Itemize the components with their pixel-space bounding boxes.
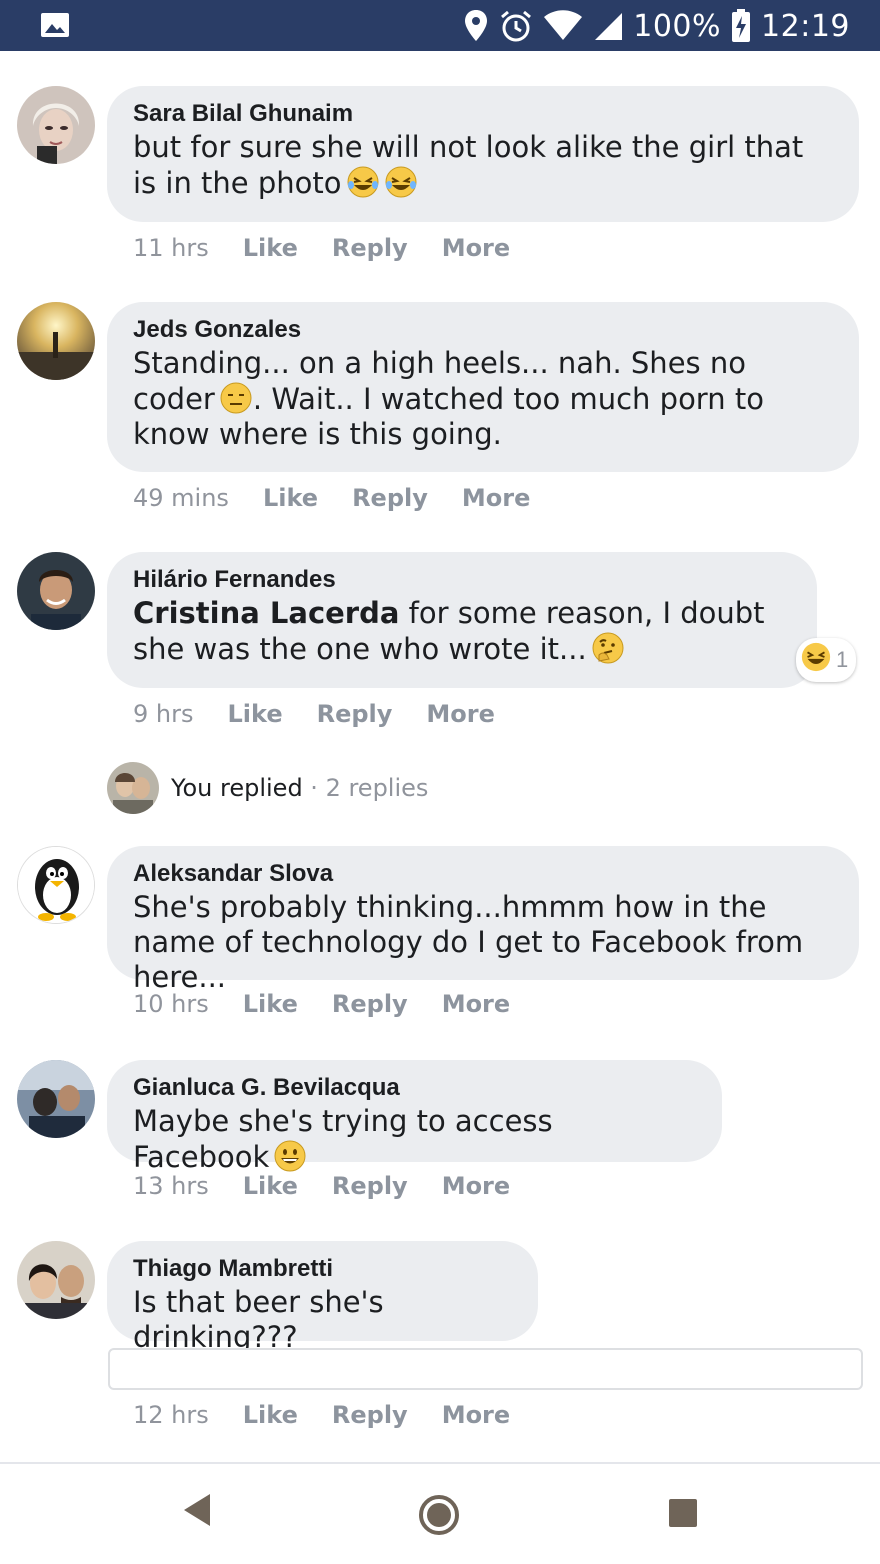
signal-icon bbox=[593, 11, 623, 41]
comment-body-period: . bbox=[252, 382, 263, 416]
comment-attachment-box[interactable] bbox=[108, 1348, 863, 1390]
comment-actions: 13 hrs Like Reply More bbox=[133, 1172, 510, 1200]
reply-button[interactable]: Reply bbox=[332, 1401, 408, 1429]
comment-actions: 12 hrs Like Reply More bbox=[133, 1401, 510, 1429]
like-button[interactable]: Like bbox=[243, 1172, 298, 1200]
like-button[interactable]: Like bbox=[243, 990, 298, 1018]
comment-time[interactable]: 49 mins bbox=[133, 484, 229, 512]
laughing-tears-emoji-icon bbox=[346, 165, 380, 199]
expressionless-emoji-icon bbox=[219, 381, 253, 415]
more-button[interactable]: More bbox=[442, 990, 510, 1018]
mention-link[interactable]: Cristina Lacerda bbox=[133, 596, 399, 630]
reply-button[interactable]: Reply bbox=[332, 990, 408, 1018]
like-button[interactable]: Like bbox=[227, 700, 282, 728]
comment-bubble: Sara Bilal Ghunaim but for sure she will… bbox=[107, 86, 859, 222]
status-bar: 100% 12:19 bbox=[0, 0, 880, 51]
comment-text: Standing... on a high heels... nah. Shes… bbox=[133, 346, 833, 452]
more-button[interactable]: More bbox=[442, 1172, 510, 1200]
comment-time[interactable]: 13 hrs bbox=[133, 1172, 209, 1200]
reply-button[interactable]: Reply bbox=[332, 1172, 408, 1200]
like-button[interactable]: Like bbox=[243, 234, 298, 262]
back-icon[interactable] bbox=[182, 1492, 212, 1533]
comment-author[interactable]: Hilário Fernandes bbox=[133, 564, 791, 596]
comment-text: She's probably thinking...hmmm how in th… bbox=[133, 890, 804, 994]
home-icon[interactable] bbox=[418, 1494, 460, 1541]
comment-text: but for sure she will not look alike the… bbox=[133, 130, 833, 201]
replies-summary[interactable]: You replied · 2 replies bbox=[107, 762, 428, 814]
reply-button[interactable]: Reply bbox=[317, 700, 393, 728]
comment-bubble: Thiago Mambretti Is that beer she's drin… bbox=[107, 1241, 538, 1354]
avatar[interactable] bbox=[17, 1241, 95, 1319]
comment-actions: 49 mins Like Reply More bbox=[133, 484, 530, 512]
comment-bubble: Hilário Fernandes Cristina Lacerda for s… bbox=[107, 552, 817, 688]
wifi-icon bbox=[543, 10, 583, 42]
more-button[interactable]: More bbox=[426, 700, 494, 728]
comment-text: Maybe she's trying to access Facebook bbox=[133, 1104, 696, 1175]
battery-percent: 100% bbox=[633, 8, 722, 44]
more-button[interactable]: More bbox=[442, 1401, 510, 1429]
like-button[interactable]: Like bbox=[263, 484, 318, 512]
reaction-badge[interactable]: 1 bbox=[796, 638, 857, 682]
thinking-emoji-icon bbox=[591, 631, 625, 665]
comment-bubble: Jeds Gonzales Standing... on a high heel… bbox=[107, 302, 859, 472]
comment-bubble: Gianluca G. Bevilacqua Maybe she's tryin… bbox=[107, 1060, 722, 1174]
reaction-count: 1 bbox=[836, 647, 849, 672]
comment-time[interactable]: 9 hrs bbox=[133, 700, 193, 728]
comment-body: Maybe she's trying to access Facebook bbox=[133, 1104, 553, 1174]
laughing-tears-emoji-icon bbox=[384, 165, 418, 199]
comment-time[interactable]: 10 hrs bbox=[133, 990, 209, 1018]
separator: · bbox=[302, 774, 326, 802]
comment-actions: 10 hrs Like Reply More bbox=[133, 990, 510, 1018]
avatar[interactable] bbox=[17, 1060, 95, 1138]
comment-author[interactable]: Thiago Mambretti bbox=[133, 1253, 512, 1285]
comment-text: Is that beer she's drinking??? bbox=[133, 1285, 384, 1354]
comment-text: Cristina Lacerda for some reason, I doub… bbox=[133, 596, 791, 667]
reply-count: 2 replies bbox=[325, 774, 429, 802]
comment-author[interactable]: Sara Bilal Ghunaim bbox=[133, 98, 833, 130]
recents-icon[interactable] bbox=[668, 1498, 698, 1533]
comment-body: but for sure she will not look alike the… bbox=[133, 130, 804, 200]
avatar[interactable] bbox=[17, 302, 95, 380]
image-icon bbox=[40, 12, 70, 38]
clock: 12:19 bbox=[761, 8, 850, 44]
avatar[interactable] bbox=[17, 86, 95, 164]
avatar bbox=[107, 762, 159, 814]
navigation-bar bbox=[0, 1462, 880, 1564]
avatar[interactable] bbox=[17, 846, 95, 924]
more-button[interactable]: More bbox=[442, 234, 510, 262]
you-replied-label: You replied · 2 replies bbox=[171, 774, 428, 802]
location-icon bbox=[463, 9, 489, 43]
more-button[interactable]: More bbox=[462, 484, 530, 512]
you-replied-text: You replied bbox=[171, 774, 303, 802]
comment-author[interactable]: Gianluca G. Bevilacqua bbox=[133, 1072, 696, 1104]
alarm-icon bbox=[499, 9, 533, 43]
comment-time[interactable]: 12 hrs bbox=[133, 1401, 209, 1429]
comment-bubble: Aleksandar Slova She's probably thinking… bbox=[107, 846, 859, 994]
comment-author[interactable]: Aleksandar Slova bbox=[133, 858, 833, 890]
avatar[interactable] bbox=[17, 552, 95, 630]
comment-actions: 11 hrs Like Reply More bbox=[133, 234, 510, 262]
reply-button[interactable]: Reply bbox=[352, 484, 428, 512]
battery-charging-icon bbox=[731, 9, 751, 43]
comment-author[interactable]: Jeds Gonzales bbox=[133, 314, 833, 346]
comment-actions: 9 hrs Like Reply More bbox=[133, 700, 495, 728]
reply-button[interactable]: Reply bbox=[332, 234, 408, 262]
comment-time[interactable]: 11 hrs bbox=[133, 234, 209, 262]
like-button[interactable]: Like bbox=[243, 1401, 298, 1429]
laugh-reaction-icon bbox=[800, 641, 832, 679]
status-icons: 100% 12:19 bbox=[463, 8, 850, 44]
grinning-emoji-icon bbox=[273, 1139, 307, 1173]
